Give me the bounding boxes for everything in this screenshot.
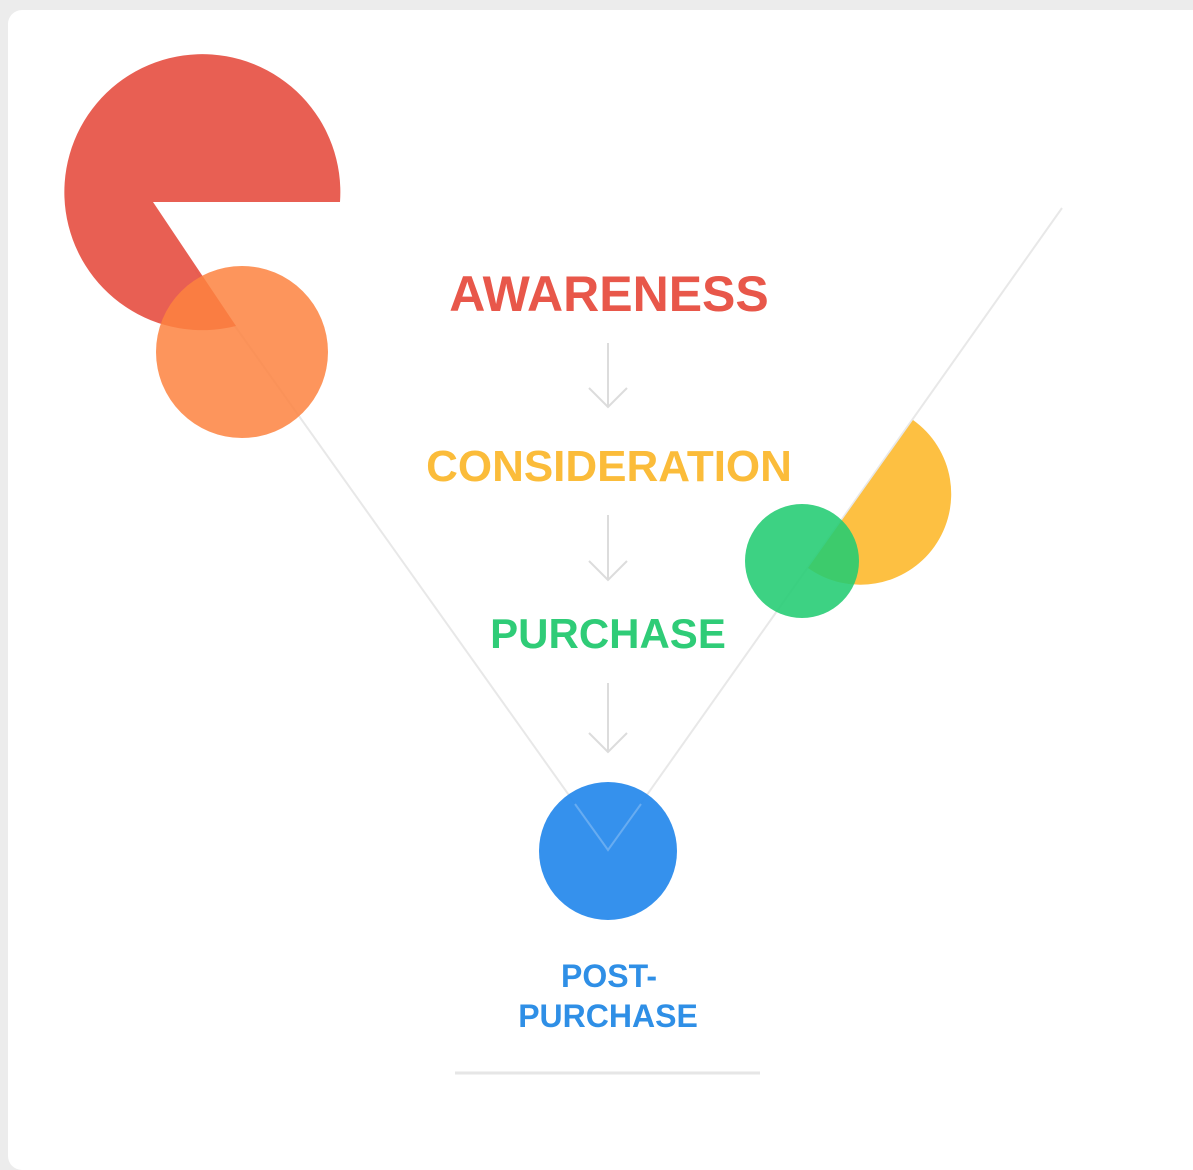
stage-label-post-purchase-line-1: POST- xyxy=(561,958,657,994)
stage-label-awareness: AWARENESS xyxy=(449,266,769,322)
purchase-circle xyxy=(745,504,859,618)
arrow-down-icon xyxy=(588,515,628,582)
stage-label-purchase: PURCHASE xyxy=(490,610,726,657)
stage-label-post-purchase-line-2: PURCHASE xyxy=(518,998,698,1034)
arrow-down-icon xyxy=(588,683,628,754)
stage-label-consideration: CONSIDERATION xyxy=(426,442,792,491)
funnel-diagram: AWARENESS CONSIDERATION PURCHASE POST- P… xyxy=(64,54,1063,1075)
arrow-down-icon xyxy=(588,343,628,409)
orange-circle xyxy=(156,266,328,438)
